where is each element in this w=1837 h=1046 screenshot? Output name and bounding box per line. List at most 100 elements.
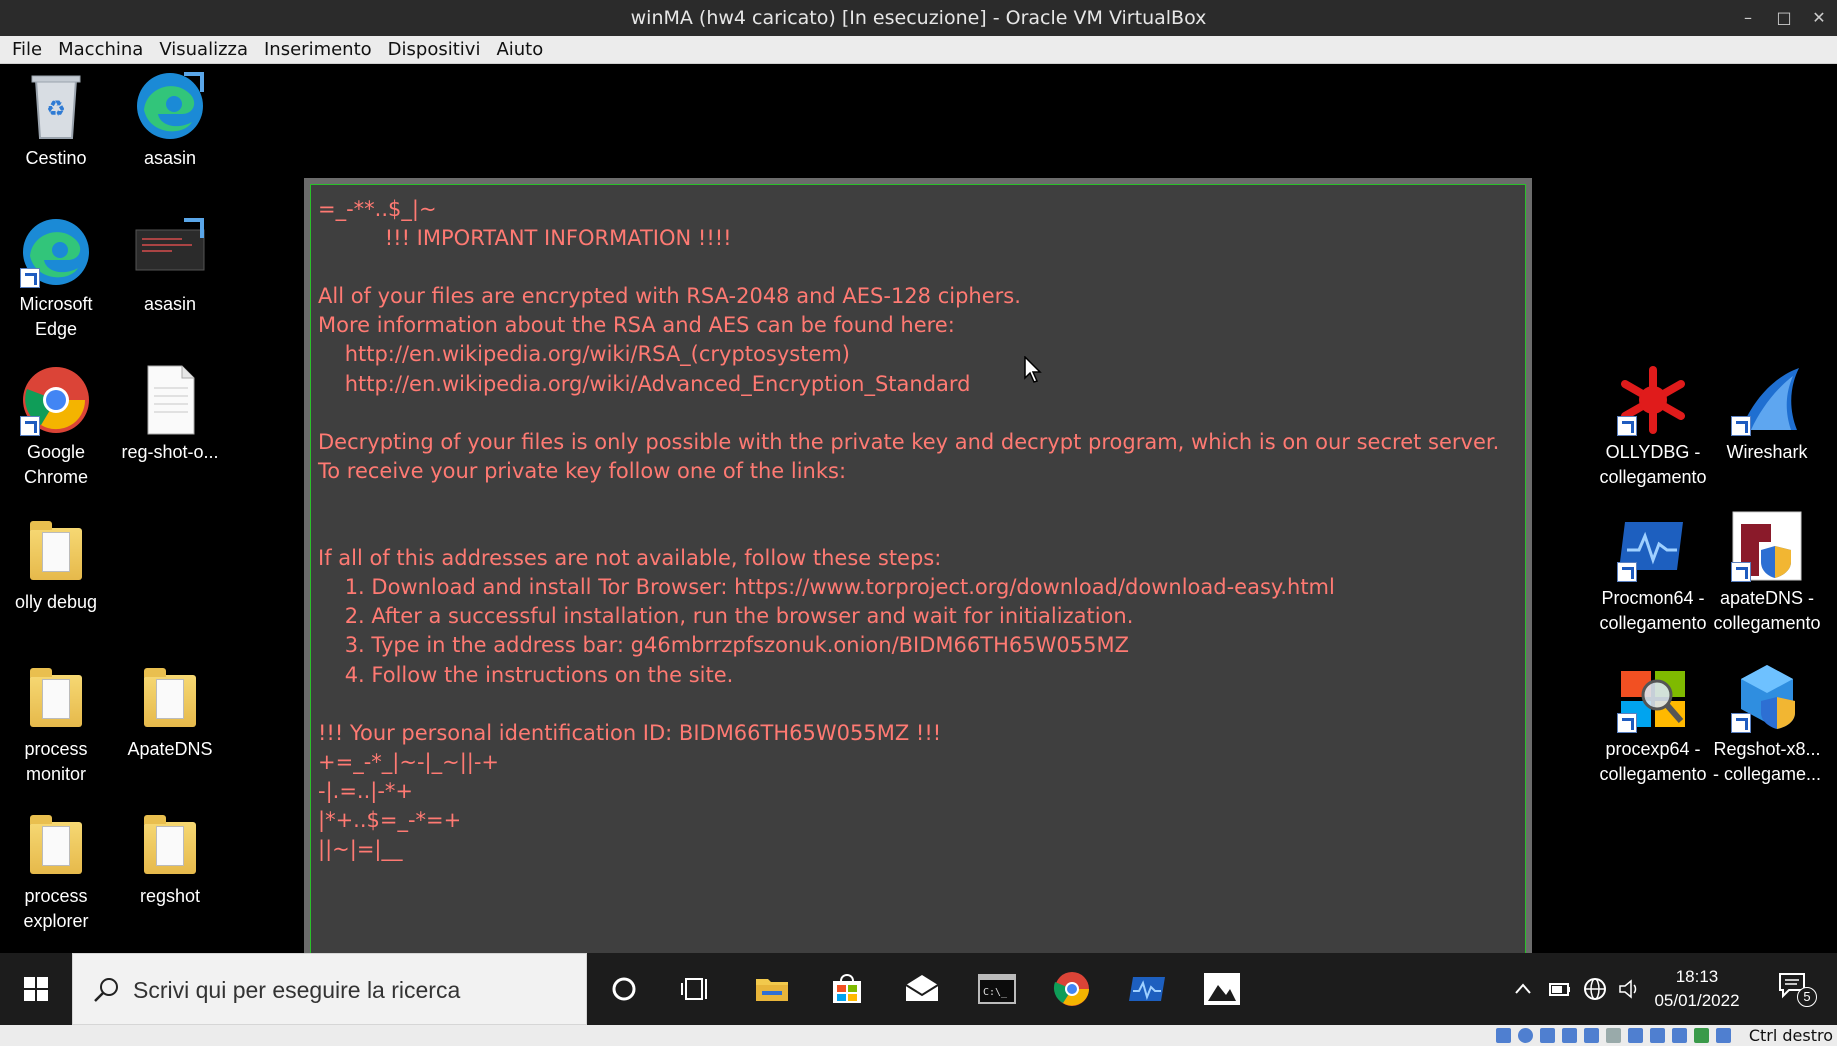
note-line: =_-**..$_|~ [318, 197, 437, 221]
svg-text:♻: ♻ [46, 97, 66, 122]
menu-inserimento[interactable]: Inserimento [256, 36, 380, 64]
desktop-icon-asasin-2[interactable]: asasin [114, 216, 226, 317]
icon-label: process explorer [23, 886, 89, 931]
desktop-icon-procmon-link[interactable]: Procmon64 - collegamento [1597, 510, 1709, 636]
desktop-icon-olly-debug[interactable]: olly debug [0, 514, 112, 615]
file-explorer-icon[interactable] [752, 969, 792, 1009]
note-line: -|.=..|-*+ [318, 778, 414, 803]
chevron-up-icon[interactable] [1513, 979, 1533, 999]
desktop-icon-ollydbg-link[interactable]: OLLYDBG - collegamento [1597, 364, 1709, 490]
desktop-icon-regshot[interactable]: regshot [114, 808, 226, 909]
desktop-icon-chrome[interactable]: Google Chrome [0, 364, 112, 490]
notification-center-button[interactable]: 5 [1777, 971, 1817, 1007]
shared-folders-icon[interactable] [1606, 1028, 1621, 1043]
note-step: 4. Follow the instructions on the site. [318, 662, 734, 687]
battery-icon[interactable] [1549, 979, 1571, 999]
desktop-icon-wireshark[interactable]: Wireshark [1711, 364, 1823, 465]
desktop-icon-apatedns[interactable]: ApateDNS [114, 661, 226, 762]
icon-label: process monitor [24, 739, 88, 784]
desktop-icon-edge[interactable]: Microsoft Edge [0, 216, 112, 342]
usb-icon[interactable] [1584, 1028, 1599, 1043]
note-line [318, 486, 1518, 515]
note-line [318, 399, 1518, 428]
procexp-icon [1617, 661, 1689, 733]
search-icon [94, 978, 118, 1002]
desktop-icon-process-monitor[interactable]: process monitor [0, 661, 112, 787]
icon-label: asasin [143, 148, 197, 168]
icon-label: Procmon64 - collegamento [1599, 588, 1707, 633]
audio-icon[interactable] [1540, 1028, 1555, 1043]
icon-label: Cestino [25, 148, 87, 168]
desktop-icon-asasin-1[interactable]: asasin [114, 70, 226, 171]
mouse-pointer-icon [1024, 356, 1042, 383]
display-icon[interactable] [1628, 1028, 1643, 1043]
desktop-icon-apatedns-link[interactable]: apateDNS - collegamento [1711, 510, 1823, 636]
shortcut-arrow-icon [1617, 416, 1637, 436]
clock-time: 18:13 [1675, 967, 1719, 986]
close-icon[interactable]: ✕ [1801, 0, 1837, 36]
screenshot-thumbnail-icon [134, 216, 206, 288]
network-globe-icon[interactable] [1583, 977, 1607, 1001]
host-status-bar: Ctrl destro [0, 1025, 1837, 1046]
folder-icon [20, 514, 92, 586]
note-line: !!! IMPORTANT INFORMATION !!!! [318, 226, 732, 251]
note-line: +=_-*_|~-|_~||-+ [318, 749, 500, 774]
shortcut-arrow-icon [1731, 713, 1751, 733]
note-line: To receive your private key follow one o… [318, 458, 847, 483]
task-view-icon[interactable] [678, 969, 718, 1009]
volume-icon[interactable] [1617, 977, 1641, 1001]
icon-label: regshot [139, 886, 201, 906]
start-button[interactable] [0, 953, 72, 1025]
procmon-taskbar-icon[interactable] [1127, 969, 1167, 1009]
desktop-icon-regshot-link[interactable]: Regshot-x8... - collegame... [1711, 661, 1823, 787]
menu-file[interactable]: File [0, 36, 50, 64]
command-prompt-icon[interactable]: C:\_ [977, 969, 1017, 1009]
recycle-bin-icon: ♻ [20, 70, 92, 142]
menu-dispositivi[interactable]: Dispositivi [380, 36, 489, 64]
note-step: 2. After a successful installation, run … [318, 604, 1134, 629]
note-line: ||~|=|__ [318, 837, 403, 862]
mouse-integration-icon[interactable] [1716, 1028, 1731, 1043]
optical-drive-icon[interactable] [1518, 1028, 1533, 1043]
search-placeholder: Scrivi qui per eseguire la ricerca [133, 977, 461, 1003]
network-adapter-icon[interactable] [1562, 1028, 1577, 1043]
virtualization-icon[interactable] [1694, 1028, 1709, 1043]
icon-label: OLLYDBG - collegamento [1599, 442, 1707, 487]
desktop-icon-process-explorer[interactable]: process explorer [0, 808, 112, 934]
note-line [318, 253, 1518, 282]
regshot-icon [1731, 661, 1803, 733]
note-step: 3. Type in the address bar: g46mbrrzpfsz… [318, 633, 1129, 658]
hard-disk-icon[interactable] [1496, 1028, 1511, 1043]
desktop-icon-recycle-bin[interactable]: ♻ Cestino [0, 70, 112, 171]
apatedns-icon [1731, 510, 1803, 582]
mail-icon[interactable] [902, 969, 942, 1009]
store-icon[interactable] [827, 969, 867, 1009]
ransom-note-text: =_-**..$_|~ !!! IMPORTANT INFORMATION !!… [310, 184, 1526, 962]
clock-date: 05/01/2022 [1654, 991, 1740, 1010]
cortana-icon[interactable] [604, 969, 644, 1009]
menu-visualizza[interactable]: Visualizza [151, 36, 256, 64]
host-key-label: Ctrl destro [1748, 1026, 1833, 1045]
ollydbg-bug-icon [1617, 364, 1689, 436]
chrome-taskbar-icon[interactable] [1052, 969, 1092, 1009]
minimize-icon[interactable]: – [1730, 0, 1766, 36]
folder-icon [20, 661, 92, 733]
photos-icon[interactable] [1202, 969, 1242, 1009]
icon-label: asasin [143, 294, 197, 314]
desktop-icon-procexp-link[interactable]: procexp64 - collegamento [1597, 661, 1709, 787]
menu-aiuto[interactable]: Aiuto [488, 36, 551, 64]
note-line: More information about the RSA and AES c… [318, 313, 955, 338]
guest-desktop: ♻ Cestino Microsoft Edge Google Chrome o… [0, 64, 1837, 968]
search-box[interactable]: Scrivi qui per eseguire la ricerca [72, 953, 587, 1025]
video-capture-icon[interactable] [1650, 1028, 1665, 1043]
shortcut-arrow-icon [20, 268, 40, 288]
note-link[interactable]: http://en.wikipedia.org/wiki/RSA_(crypto… [318, 340, 1518, 369]
menu-macchina[interactable]: Macchina [50, 36, 151, 64]
cpu-icon[interactable] [1672, 1028, 1687, 1043]
taskbar-clock[interactable]: 18:13 05/01/2022 [1647, 965, 1747, 1013]
note-link[interactable]: http://en.wikipedia.org/wiki/Advanced_En… [318, 370, 1518, 399]
windows-logo-icon [24, 977, 48, 1001]
maximize-icon[interactable]: □ [1766, 0, 1802, 36]
desktop-icon-reg-shot-file[interactable]: reg-shot-o... [114, 364, 226, 465]
taskbar: Scrivi qui per eseguire la ricerca C:\_ … [0, 953, 1837, 1025]
